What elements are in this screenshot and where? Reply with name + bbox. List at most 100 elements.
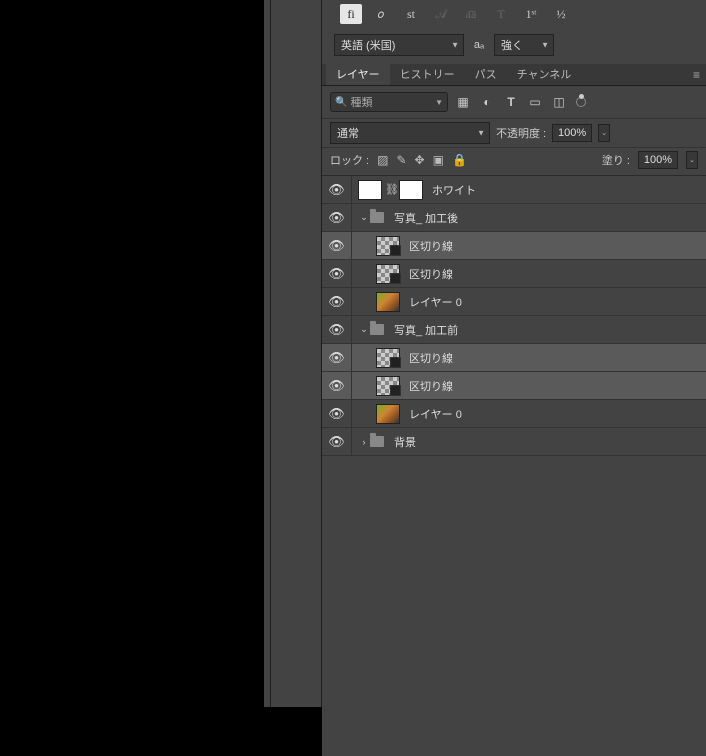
layer-filter-select[interactable]: 🔍 種類 ▼ bbox=[330, 92, 448, 112]
folder-icon bbox=[370, 212, 384, 223]
visibility-toggle[interactable]: 👁 bbox=[322, 372, 352, 399]
layer-name[interactable]: 写真_ 加工前 bbox=[394, 322, 458, 338]
filter-text-icon[interactable]: T bbox=[504, 95, 518, 109]
visibility-toggle[interactable]: 👁 bbox=[322, 204, 352, 231]
visibility-toggle[interactable]: 👁 bbox=[322, 428, 352, 455]
layer-name[interactable]: 背景 bbox=[394, 434, 416, 450]
layer-name[interactable]: 区切り線 bbox=[409, 378, 453, 394]
filter-icons: ▦ ◐ T ▭ ◫ bbox=[456, 95, 586, 109]
fill-stepper[interactable]: ⌄ bbox=[686, 151, 698, 169]
opacity-stepper[interactable]: ⌄ bbox=[598, 124, 610, 142]
layer-row[interactable]: 👁 ⌄ 写真_ 加工前 bbox=[322, 316, 706, 344]
filter-adjust-icon[interactable]: ◐ bbox=[480, 95, 494, 109]
panel-tabs: レイヤー ヒストリー パス チャンネル ≡ bbox=[322, 64, 706, 86]
tab-layers[interactable]: レイヤー bbox=[326, 62, 390, 85]
panel-group: fi 𝑜 st 𝒜 a͞a T 1ˢᵗ ½ 英語 (米国) ▼ aₐ 強く ▼ … bbox=[322, 0, 706, 707]
visibility-toggle[interactable]: 👁 bbox=[322, 316, 352, 343]
layer-name[interactable]: 写真_ 加工後 bbox=[394, 210, 458, 226]
tab-paths[interactable]: パス bbox=[465, 62, 507, 85]
fill-input[interactable] bbox=[638, 151, 678, 169]
layer-thumbnail[interactable] bbox=[358, 180, 382, 200]
layer-row[interactable]: 👁 ⌄ 写真_ 加工後 bbox=[322, 204, 706, 232]
mask-thumbnail[interactable] bbox=[399, 180, 423, 200]
layers-empty-area bbox=[322, 456, 706, 756]
ot-ligatures-button[interactable]: fi bbox=[340, 4, 362, 24]
layer-row[interactable]: 👁 › 背景 bbox=[322, 428, 706, 456]
layer-row[interactable]: 👁 区切り線 bbox=[322, 372, 706, 400]
lock-icons: ▨ ✎ ✥ ▣ 🔒 bbox=[377, 153, 467, 167]
lock-label: ロック : bbox=[330, 152, 369, 168]
blend-mode-select[interactable]: 通常 ▼ bbox=[330, 122, 490, 144]
layer-name[interactable]: レイヤー 0 bbox=[409, 294, 462, 310]
ot-fractions-button[interactable]: ½ bbox=[550, 4, 572, 24]
blend-row: 通常 ▼ 不透明度 : ⌄ bbox=[322, 119, 706, 148]
filter-smart-icon[interactable]: ◫ bbox=[552, 95, 566, 109]
layer-name[interactable]: 区切り線 bbox=[409, 350, 453, 366]
filter-shape-icon[interactable]: ▭ bbox=[528, 95, 542, 109]
filter-toggle[interactable] bbox=[576, 97, 586, 107]
ot-stylistic-button[interactable]: a͞a bbox=[460, 4, 482, 24]
lock-transparency-icon[interactable]: ▨ bbox=[377, 153, 388, 167]
lock-all-icon[interactable]: 🔒 bbox=[452, 153, 467, 167]
layer-name[interactable]: ホワイト bbox=[432, 182, 476, 198]
layer-row[interactable]: 👁 区切り線 bbox=[322, 260, 706, 288]
disclosure-triangle[interactable]: ⌄ bbox=[358, 212, 370, 223]
visibility-toggle[interactable]: 👁 bbox=[322, 232, 352, 259]
layer-thumbnail[interactable] bbox=[376, 292, 400, 312]
layer-thumbnail[interactable] bbox=[376, 404, 400, 424]
panel-menu-icon[interactable]: ≡ bbox=[693, 68, 700, 82]
visibility-toggle[interactable]: 👁 bbox=[322, 344, 352, 371]
folder-icon bbox=[370, 324, 384, 335]
lock-pixels-icon[interactable]: ✎ bbox=[396, 153, 406, 167]
lock-artboard-icon[interactable]: ▣ bbox=[433, 153, 444, 167]
canvas-area bbox=[0, 0, 264, 707]
layer-row[interactable]: 👁 区切り線 bbox=[322, 344, 706, 372]
visibility-toggle[interactable]: 👁 bbox=[322, 400, 352, 427]
layer-row[interactable]: 👁 レイヤー 0 bbox=[322, 400, 706, 428]
fill-label: 塗り : bbox=[602, 152, 630, 168]
ot-contextual-button[interactable]: 𝑜 bbox=[370, 4, 392, 24]
tab-history[interactable]: ヒストリー bbox=[390, 62, 465, 85]
blend-mode-value: 通常 bbox=[337, 125, 359, 141]
ot-ordinals-button[interactable]: 1ˢᵗ bbox=[520, 4, 542, 24]
layer-list: 👁 ⛓ ホワイト 👁 ⌄ 写真_ 加工後 👁 区切り線 👁 区切り線 👁 レイヤー 0 👁 ⌄ 写真_ 加工… bbox=[322, 176, 706, 456]
link-icon[interactable]: ⛓ bbox=[385, 183, 399, 196]
disclosure-triangle[interactable]: ⌄ bbox=[358, 324, 370, 335]
dock-strip bbox=[284, 0, 322, 707]
opentype-row: fi 𝑜 st 𝒜 a͞a T 1ˢᵗ ½ bbox=[322, 0, 706, 30]
layer-filter-value: 種類 bbox=[350, 94, 372, 110]
layer-thumbnail[interactable] bbox=[376, 376, 400, 396]
antialias-icon: aₐ bbox=[470, 39, 488, 51]
tab-channels[interactable]: チャンネル bbox=[507, 62, 582, 85]
opacity-label: 不透明度 : bbox=[496, 125, 546, 141]
layer-name[interactable]: 区切り線 bbox=[409, 238, 453, 254]
opacity-input[interactable] bbox=[552, 124, 592, 142]
lock-row: ロック : ▨ ✎ ✥ ▣ 🔒 塗り : ⌄ bbox=[322, 148, 706, 176]
chevron-down-icon: ▼ bbox=[435, 98, 443, 107]
ruler-gutter bbox=[264, 0, 284, 707]
layer-name[interactable]: 区切り線 bbox=[409, 266, 453, 282]
visibility-toggle[interactable]: 👁 bbox=[322, 260, 352, 287]
layer-row[interactable]: 👁 区切り線 bbox=[322, 232, 706, 260]
language-select[interactable]: 英語 (米国) ▼ bbox=[334, 34, 464, 56]
visibility-toggle[interactable]: 👁 bbox=[322, 288, 352, 315]
layer-thumbnail[interactable] bbox=[376, 264, 400, 284]
layer-thumbnail[interactable] bbox=[376, 236, 400, 256]
ot-swash-button[interactable]: 𝒜 bbox=[430, 4, 452, 24]
antialias-value: 強く bbox=[501, 37, 523, 53]
filter-pixel-icon[interactable]: ▦ bbox=[456, 95, 470, 109]
ot-discretionary-button[interactable]: st bbox=[400, 4, 422, 24]
antialias-select[interactable]: 強く ▼ bbox=[494, 34, 554, 56]
visibility-toggle[interactable]: 👁 bbox=[322, 176, 352, 203]
layer-name[interactable]: レイヤー 0 bbox=[409, 406, 462, 422]
disclosure-triangle[interactable]: › bbox=[358, 437, 370, 447]
ot-titling-button[interactable]: T bbox=[490, 4, 512, 24]
chevron-down-icon: ▼ bbox=[451, 41, 459, 50]
lock-position-icon[interactable]: ✥ bbox=[415, 153, 425, 167]
folder-icon bbox=[370, 436, 384, 447]
chevron-down-icon: ▼ bbox=[477, 129, 485, 138]
layer-thumbnail[interactable] bbox=[376, 348, 400, 368]
layer-row[interactable]: 👁 レイヤー 0 bbox=[322, 288, 706, 316]
layer-row[interactable]: 👁 ⛓ ホワイト bbox=[322, 176, 706, 204]
layer-filter-row: 🔍 種類 ▼ ▦ ◐ T ▭ ◫ bbox=[322, 86, 706, 119]
